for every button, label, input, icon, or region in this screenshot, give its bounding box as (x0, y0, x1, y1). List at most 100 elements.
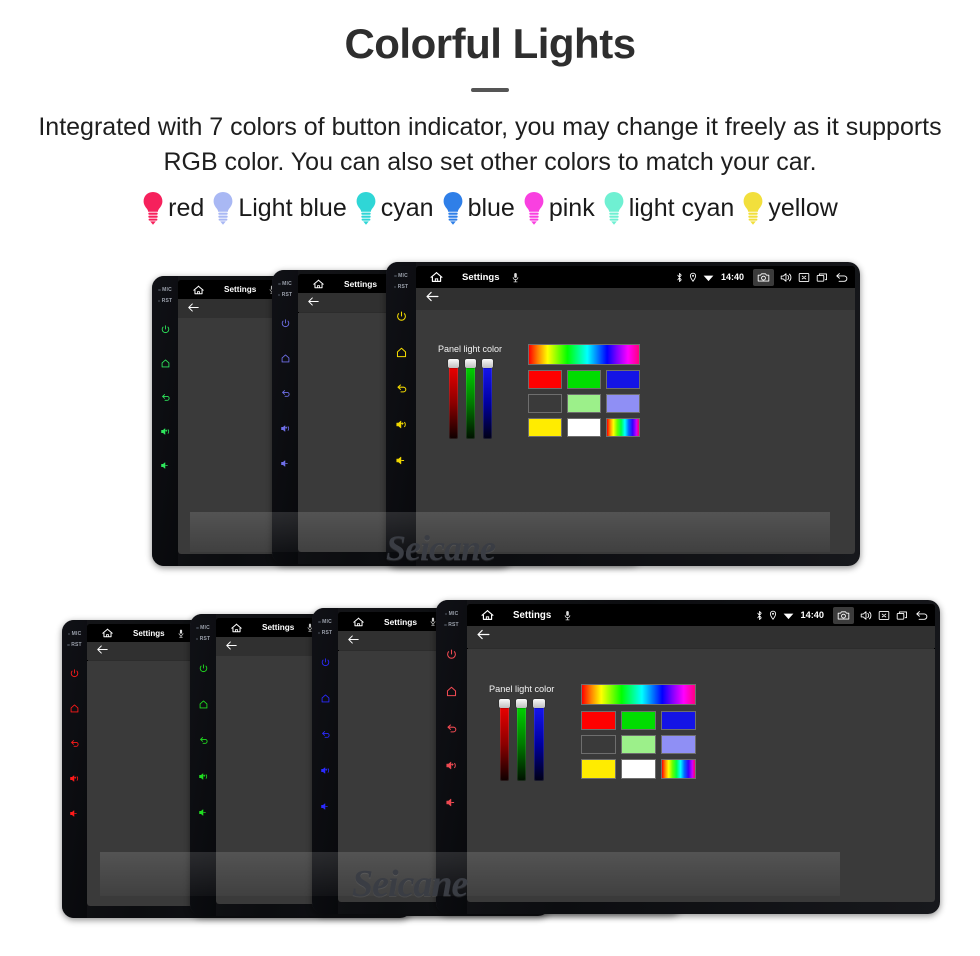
recent-apps-button[interactable] (816, 272, 828, 283)
volume-down-button[interactable] (312, 788, 338, 824)
volume-up-button[interactable] (436, 747, 467, 784)
rainbow-small-swatch[interactable] (660, 759, 696, 779)
salmon-swatch[interactable] (581, 734, 617, 755)
rainbow-gradient-swatch[interactable] (581, 684, 696, 706)
home-button[interactable] (386, 334, 416, 370)
volume-down-button[interactable] (386, 442, 416, 478)
periwinkle-swatch[interactable] (660, 734, 696, 755)
volume-up-button[interactable] (386, 406, 416, 442)
back-button[interactable] (476, 628, 491, 646)
blue-slider-thumb[interactable] (533, 699, 545, 709)
power-button[interactable] (312, 644, 338, 680)
home-button[interactable] (272, 341, 298, 376)
red-slider-thumb[interactable] (447, 359, 459, 368)
power-button[interactable] (190, 650, 216, 686)
light-green-swatch[interactable] (621, 734, 656, 755)
back-button[interactable] (190, 722, 216, 758)
volume-down-button[interactable] (190, 794, 216, 830)
voice-assistant-button[interactable] (563, 609, 572, 622)
status-home-button[interactable] (346, 616, 370, 628)
recent-apps-button[interactable] (896, 610, 908, 621)
volume-up-button[interactable] (190, 758, 216, 794)
status-home-button[interactable] (424, 270, 448, 284)
red-slider[interactable] (498, 699, 510, 781)
light-green-swatch[interactable] (567, 394, 602, 413)
status-home-button[interactable] (224, 622, 248, 634)
volume-down-button[interactable] (62, 796, 87, 831)
salmon-swatch[interactable] (528, 394, 563, 413)
bluetooth-icon (676, 272, 683, 283)
screenshot-button[interactable] (833, 606, 854, 624)
power-button[interactable] (62, 656, 87, 691)
voice-assistant-button[interactable] (511, 271, 520, 284)
red-slider[interactable] (447, 359, 459, 439)
back-button[interactable] (386, 370, 416, 406)
back-button[interactable] (347, 632, 360, 650)
home-button[interactable] (312, 680, 338, 716)
blue-slider-thumb[interactable] (481, 359, 493, 368)
nav-back-button[interactable] (834, 272, 849, 283)
home-button[interactable] (436, 673, 467, 710)
red-swatch[interactable] (528, 370, 563, 389)
nav-back-button[interactable] (914, 610, 929, 621)
status-home-button[interactable] (186, 284, 210, 296)
home-button[interactable] (152, 346, 178, 380)
green-slider[interactable] (464, 359, 476, 439)
blue-slider[interactable] (481, 359, 493, 439)
status-home-button[interactable] (95, 627, 119, 639)
blue-swatch[interactable] (660, 710, 696, 730)
back-button[interactable] (225, 638, 238, 656)
back-button[interactable] (312, 716, 338, 752)
power-button[interactable] (272, 306, 298, 341)
hardware-keys (386, 290, 416, 566)
status-home-button[interactable] (475, 608, 499, 622)
back-button[interactable] (96, 642, 109, 660)
voice-assistant-button[interactable] (177, 628, 185, 639)
screenshot-button[interactable] (753, 268, 774, 286)
close-app-button[interactable] (878, 610, 890, 621)
status-home-button[interactable] (306, 278, 330, 290)
screen-title: Settings (513, 609, 552, 621)
blue-swatch[interactable] (606, 370, 641, 389)
back-button[interactable] (152, 380, 178, 414)
rainbow-gradient-swatch[interactable] (528, 344, 641, 365)
home-button[interactable] (62, 691, 87, 726)
back-button[interactable] (187, 300, 200, 318)
close-app-button[interactable] (798, 272, 810, 283)
volume-up-button[interactable] (272, 411, 298, 446)
home-button[interactable] (190, 686, 216, 722)
clock: 14:40 (720, 272, 744, 282)
rainbow-small-swatch[interactable] (606, 418, 641, 437)
red-slider-thumb[interactable] (498, 699, 510, 709)
back-button[interactable] (307, 294, 320, 312)
yellow-swatch[interactable] (581, 759, 617, 779)
green-swatch[interactable] (621, 710, 656, 730)
back-button[interactable] (62, 726, 87, 761)
volume-up-button[interactable] (312, 752, 338, 788)
white-swatch[interactable] (567, 418, 602, 437)
blue-slider[interactable] (533, 699, 545, 781)
volume-down-button[interactable] (272, 446, 298, 481)
power-button[interactable] (386, 298, 416, 334)
volume-down-button[interactable] (436, 784, 467, 821)
volume-button[interactable] (860, 610, 872, 621)
red-swatch[interactable] (581, 710, 617, 730)
touch-screen[interactable]: Settings 14:40 (416, 266, 855, 554)
green-slider-thumb[interactable] (516, 699, 528, 709)
volume-down-button[interactable] (152, 448, 178, 482)
green-slider[interactable] (516, 699, 528, 781)
periwinkle-swatch[interactable] (606, 394, 641, 413)
touch-screen[interactable]: Settings 14:40 (467, 604, 935, 902)
back-button[interactable] (436, 710, 467, 747)
back-button[interactable] (272, 376, 298, 411)
power-button[interactable] (436, 636, 467, 673)
back-button[interactable] (425, 290, 440, 308)
green-slider-thumb[interactable] (464, 359, 476, 368)
yellow-swatch[interactable] (528, 418, 563, 437)
green-swatch[interactable] (567, 370, 602, 389)
volume-up-button[interactable] (62, 761, 87, 796)
power-button[interactable] (152, 312, 178, 346)
volume-button[interactable] (780, 272, 792, 283)
white-swatch[interactable] (621, 759, 656, 779)
volume-up-button[interactable] (152, 414, 178, 448)
